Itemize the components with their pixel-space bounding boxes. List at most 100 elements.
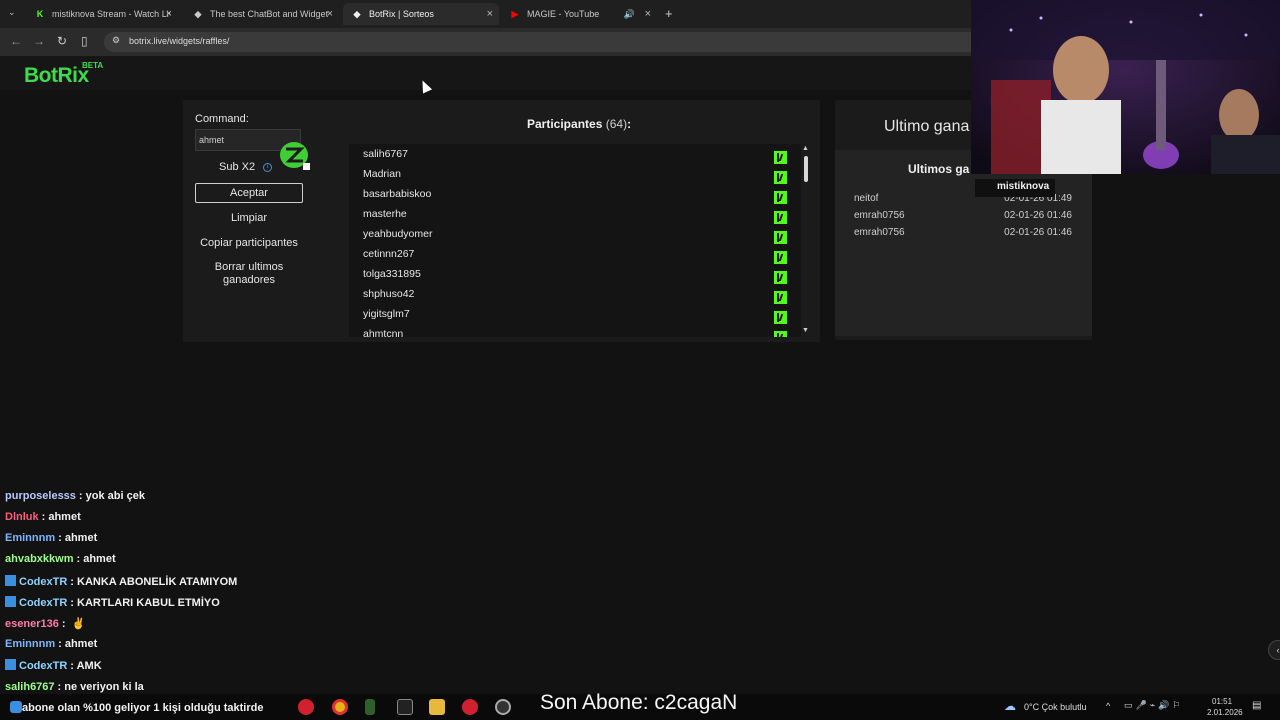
clock-time[interactable]: 01:51 bbox=[1212, 697, 1232, 706]
participant-row[interactable]: yeahbudyomer bbox=[363, 228, 787, 248]
info-icon[interactable]: i bbox=[263, 163, 272, 172]
close-icon[interactable]: × bbox=[487, 8, 493, 20]
close-icon[interactable]: × bbox=[166, 8, 172, 20]
recorder-icon[interactable] bbox=[462, 699, 478, 715]
kick-icon bbox=[774, 211, 787, 224]
chat-user: CodexTR bbox=[19, 597, 68, 609]
chat-user: purposelesss bbox=[5, 490, 76, 502]
copy-participants-button[interactable]: Copiar participantes bbox=[195, 237, 303, 249]
youtube-icon: ▶ bbox=[511, 8, 519, 19]
participant-row[interactable]: masterhe bbox=[363, 208, 787, 228]
beta-badge: BETA bbox=[82, 61, 104, 70]
scrolling-ticker: abone olan %100 geliyor 1 kişi olduğu ta… bbox=[22, 702, 264, 714]
scrollbar-thumb[interactable] bbox=[804, 156, 808, 182]
settings-icon[interactable] bbox=[495, 699, 511, 715]
participant-row[interactable]: shphuso42 bbox=[363, 288, 787, 308]
folder-icon[interactable] bbox=[429, 699, 445, 715]
kick-icon bbox=[774, 331, 787, 337]
chat-user: CodexTR bbox=[19, 576, 68, 588]
botrix-icon: ◆ bbox=[194, 8, 202, 19]
app-icon[interactable] bbox=[365, 699, 375, 715]
chat-message: Eminnnm: ahmet bbox=[5, 638, 97, 650]
participant-row[interactable]: Madrian bbox=[363, 168, 787, 188]
speaker-icon[interactable]: 🔊 bbox=[624, 9, 635, 20]
participants-title: Participantes (64): bbox=[527, 117, 631, 131]
winner-row: emrah0756 02-01-26 01:46 bbox=[854, 227, 1076, 238]
site-info-icon[interactable]: ⚙ bbox=[112, 35, 120, 46]
kick-icon bbox=[774, 311, 787, 324]
scroll-down-icon[interactable]: ▼ bbox=[802, 327, 809, 334]
chat-text: : yok abi çek bbox=[78, 490, 145, 502]
prime-badge-icon bbox=[5, 659, 16, 670]
participants-label: Participantes bbox=[527, 117, 603, 131]
close-icon[interactable]: × bbox=[645, 8, 651, 20]
winner-name: emrah0756 bbox=[854, 227, 905, 238]
participant-row[interactable]: salih6767 bbox=[363, 148, 787, 168]
winners-list-panel bbox=[835, 150, 1092, 336]
kick-icon bbox=[774, 251, 787, 264]
chevron-left-icon[interactable]: ‹ bbox=[1268, 640, 1280, 660]
prime-badge-icon bbox=[5, 575, 16, 586]
winner-row: emrah0756 02-01-26 01:46 bbox=[854, 210, 1076, 221]
participant-row[interactable]: tolga331895 bbox=[363, 268, 787, 288]
participant-row[interactable]: basarbabiskoo bbox=[363, 188, 787, 208]
kick-icon bbox=[774, 171, 787, 184]
accept-button[interactable]: Aceptar bbox=[195, 183, 303, 203]
notification-icon[interactable]: ▤ bbox=[1252, 700, 1261, 711]
chat-message: CodexTR: KANKA ABONELİK ATAMIYOM bbox=[5, 575, 237, 588]
chat-user: salih6767 bbox=[5, 681, 55, 693]
chat-text: : ahmet bbox=[58, 532, 98, 544]
chat-message: purposelesss: yok abi çek bbox=[5, 490, 145, 502]
opera-icon[interactable] bbox=[298, 699, 314, 715]
participant-name: basarbabiskoo bbox=[363, 188, 432, 200]
windows-start-icon[interactable] bbox=[10, 701, 22, 713]
participant-row[interactable]: yigitsglm7 bbox=[363, 308, 787, 328]
reload-icon[interactable]: ↻ bbox=[57, 34, 67, 48]
close-icon[interactable]: × bbox=[327, 8, 333, 20]
participant-name: yigitsglm7 bbox=[363, 308, 410, 320]
participant-row[interactable]: cetinnn267 bbox=[363, 248, 787, 268]
delete-winners-button[interactable]: Borrar ultimos ganadores bbox=[195, 261, 303, 287]
new-tab-button[interactable]: + bbox=[665, 6, 673, 21]
tab-list-chevron-icon[interactable]: ⌄ bbox=[8, 7, 16, 18]
sidebar-icon[interactable]: ▯ bbox=[81, 34, 88, 48]
chat-message: CodexTR: AMK bbox=[5, 659, 102, 672]
tab-botrix-raffles[interactable]: ◆ BotRix | Sorteos × bbox=[343, 3, 499, 25]
chat-message: Dlnluk: ahmet bbox=[5, 511, 81, 523]
chat-user: esener136 bbox=[5, 618, 59, 630]
forward-arrow-icon[interactable]: → bbox=[33, 34, 45, 48]
sub-multiplier-toggle[interactable] bbox=[279, 140, 311, 170]
chat-message: salih6767: ne veriyon ki la bbox=[5, 681, 144, 693]
channel-name: mistiknova bbox=[975, 179, 1056, 197]
weather-text[interactable]: 0°C Çok bulutlu bbox=[1024, 702, 1087, 712]
winner-name: emrah0756 bbox=[854, 210, 905, 221]
last-winner-title: Ultimo gana bbox=[884, 118, 970, 135]
chat-text: : KARTLARI KABUL ETMİYO bbox=[70, 597, 220, 609]
capcut-icon[interactable] bbox=[397, 699, 413, 715]
chat-text: : ne veriyon ki la bbox=[57, 681, 144, 693]
participants-list[interactable]: salih6767 Madrian basarbabiskoo masterhe… bbox=[349, 144, 801, 337]
scroll-up-icon[interactable]: ▲ bbox=[802, 145, 809, 152]
tab-botrix-home[interactable]: ◆ The best ChatBot and Widgets × bbox=[184, 3, 339, 25]
sub-multiplier-label: Sub X2 bbox=[219, 161, 256, 173]
tab-youtube[interactable]: ▶ MAGIE - YouTube 🔊 × bbox=[501, 3, 657, 25]
chat-text: : AMK bbox=[70, 660, 102, 672]
kick-icon bbox=[774, 231, 787, 244]
clock-date[interactable]: 2.01.2026 bbox=[1207, 708, 1243, 717]
chat-text: : KANKA ABONELİK ATAMIYOM bbox=[70, 576, 238, 588]
botrix-logo[interactable]: BotRix bbox=[24, 64, 89, 88]
emote-icon: ✌ bbox=[71, 618, 86, 630]
back-arrow-icon[interactable]: ← bbox=[10, 34, 22, 48]
kick-icon bbox=[774, 151, 787, 164]
kick-icon bbox=[774, 291, 787, 304]
participant-row[interactable]: ahmtcnn bbox=[363, 328, 787, 337]
address-bar[interactable]: ⚙ botrix.live/widgets/raffles/ bbox=[104, 32, 984, 52]
system-tray-icons[interactable]: ▭🎤⌁🔊⚐ bbox=[1124, 700, 1183, 711]
chat-user: CodexTR bbox=[19, 660, 68, 672]
tray-chevron-icon[interactable]: ^ bbox=[1106, 701, 1110, 711]
chat-text: : ahmet bbox=[41, 511, 81, 523]
tab-kick-stream[interactable]: K mistiknova Stream - Watch Live × bbox=[26, 3, 178, 25]
clear-button[interactable]: Limpiar bbox=[195, 212, 303, 224]
participant-name: tolga331895 bbox=[363, 268, 421, 280]
chrome-icon[interactable] bbox=[332, 699, 348, 715]
